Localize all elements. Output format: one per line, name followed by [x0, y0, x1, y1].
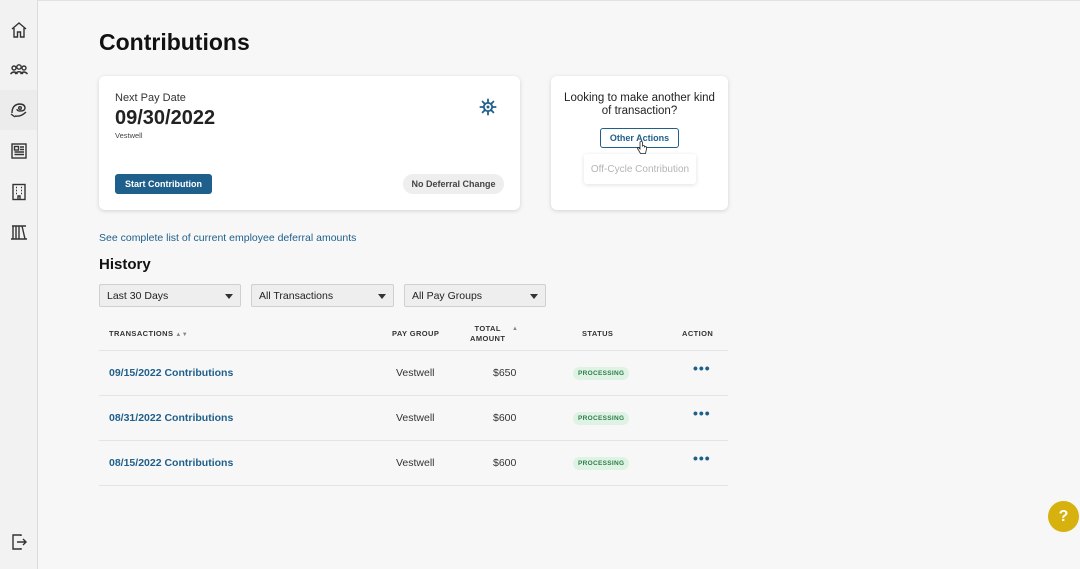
top-divider	[38, 0, 1080, 1]
menu-item-off-cycle-contribution[interactable]: Off-Cycle Contribution	[591, 164, 689, 175]
sort-icon: ▲	[512, 326, 519, 332]
transaction-link[interactable]: 09/15/2022 Contributions	[109, 367, 233, 379]
next-pay-date-label: Next Pay Date	[115, 92, 186, 104]
hand-cursor-icon	[637, 141, 647, 154]
chevron-down-icon	[378, 294, 386, 299]
sidebar-item-company[interactable]	[0, 172, 37, 212]
pay-group-name: Vestwell	[115, 131, 143, 140]
other-actions-card: Looking to make another kind of transact…	[551, 76, 728, 210]
column-header-total-amount-line1: TOTAL	[474, 324, 501, 333]
status-badge: PROCESSING	[573, 367, 630, 380]
logout-button[interactable]	[0, 522, 37, 562]
row-actions-button[interactable]: •••	[693, 360, 711, 376]
sidebar-item-people[interactable]	[0, 50, 37, 90]
start-contribution-button[interactable]: Start Contribution	[115, 174, 212, 194]
next-pay-date-value: 09/30/2022	[115, 107, 216, 129]
transaction-type-value: All Transactions	[259, 289, 334, 302]
deferral-amounts-link[interactable]: See complete list of current employee de…	[99, 232, 356, 244]
chevron-down-icon	[530, 294, 538, 299]
gear-icon	[479, 98, 497, 116]
table-row: 08/31/2022 Contributions Vestwell $600 P…	[99, 395, 728, 440]
table-row: 09/15/2022 Contributions Vestwell $650 P…	[99, 350, 728, 395]
page-title: Contributions	[99, 29, 250, 55]
help-icon: ?	[1058, 507, 1069, 525]
amount-cell: $600	[493, 457, 517, 469]
transaction-link[interactable]: 08/31/2022 Contributions	[109, 412, 233, 424]
pay-group-cell: Vestwell	[396, 457, 435, 469]
sidebar-nav	[0, 0, 38, 569]
column-header-action: ACTION	[682, 329, 714, 338]
sidebar-item-library[interactable]	[0, 212, 37, 252]
other-transaction-prompt: Looking to make another kind of transact…	[564, 92, 715, 117]
document-icon	[10, 143, 27, 159]
sidebar-item-home[interactable]	[0, 10, 37, 50]
pay-group-cell: Vestwell	[396, 367, 435, 379]
row-actions-button[interactable]: •••	[693, 405, 711, 421]
help-button[interactable]: ?	[1048, 501, 1079, 532]
status-badge: PROCESSING	[573, 457, 630, 470]
other-actions-menu: Off-Cycle Contribution	[584, 154, 696, 184]
sidebar-item-documents[interactable]	[0, 131, 37, 171]
transaction-link[interactable]: 08/15/2022 Contributions	[109, 457, 233, 469]
date-range-select[interactable]: Last 30 Days	[99, 284, 241, 307]
column-header-total-amount-line2: AMOUNT	[470, 334, 506, 343]
sidebar-item-contributions[interactable]	[0, 90, 37, 130]
column-header-transactions-label: TRANSACTIONS	[109, 329, 174, 338]
home-icon	[11, 22, 26, 38]
sort-icon: ▲▼	[175, 332, 189, 338]
column-header-pay-group: PAY GROUP	[392, 329, 440, 338]
transaction-type-select[interactable]: All Transactions	[251, 284, 394, 307]
table-row: 08/15/2022 Contributions Vestwell $600 P…	[99, 440, 728, 485]
library-icon	[10, 225, 27, 240]
pay-group-value: All Pay Groups	[412, 289, 483, 302]
amount-cell: $600	[493, 412, 517, 424]
chevron-down-icon	[225, 294, 233, 299]
date-range-value: Last 30 Days	[107, 289, 169, 302]
next-pay-date-card: Next Pay Date 09/30/2022 Vestwell Start …	[99, 76, 520, 210]
pay-group-cell: Vestwell	[396, 412, 435, 424]
amount-cell: $650	[493, 367, 517, 379]
logout-icon	[11, 534, 27, 550]
pay-group-select[interactable]: All Pay Groups	[404, 284, 546, 307]
people-icon	[9, 64, 28, 75]
building-icon	[11, 183, 26, 201]
status-badge: PROCESSING	[573, 412, 630, 425]
history-title: History	[99, 256, 151, 273]
contributions-icon	[10, 103, 26, 118]
table-bottom-divider	[99, 485, 728, 486]
no-deferral-change-button[interactable]: No Deferral Change	[403, 174, 504, 194]
settings-gear-button[interactable]	[479, 98, 497, 116]
column-header-total-amount[interactable]: TOTAL AMOUNT ▲	[470, 324, 518, 344]
row-actions-button[interactable]: •••	[693, 450, 711, 466]
column-header-status: STATUS	[582, 329, 614, 338]
column-header-transactions[interactable]: TRANSACTIONS ▲▼	[109, 329, 188, 338]
